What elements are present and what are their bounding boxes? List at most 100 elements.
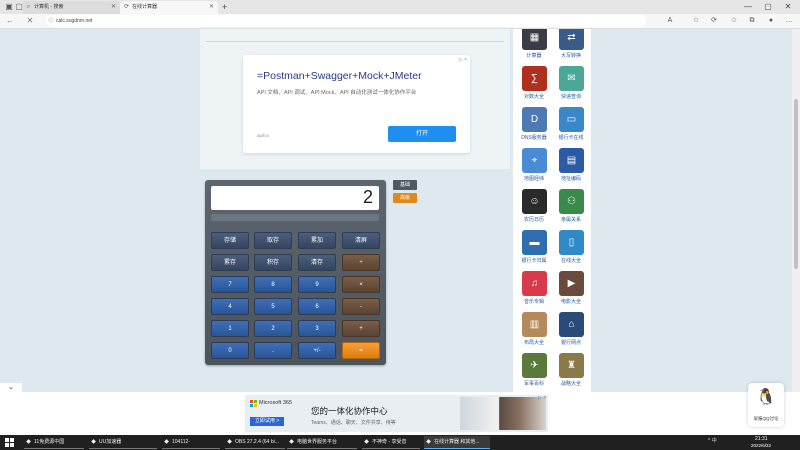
- app-label[interactable]: 电影大全: [552, 298, 590, 305]
- app-label[interactable]: 大写转换: [552, 52, 590, 59]
- subtract-button[interactable]: -: [342, 298, 380, 315]
- memory-store-button[interactable]: 存储: [211, 232, 249, 249]
- app-label[interactable]: 银行卡在线: [552, 134, 590, 141]
- app-tile[interactable]: ▦ 计算器: [515, 29, 553, 65]
- app-tile[interactable]: ▭ 银行卡在线: [552, 107, 590, 147]
- key-2[interactable]: 2: [254, 320, 292, 337]
- key-9[interactable]: 9: [298, 276, 336, 293]
- window-menu-icon[interactable]: ▣: [4, 2, 14, 12]
- ad-choice-icon[interactable]: ▷ ×: [538, 395, 546, 401]
- key-5[interactable]: 5: [254, 298, 292, 315]
- app-tile[interactable]: ⌖ 地图经纬: [515, 148, 553, 188]
- app-tile[interactable]: ▯ 在线大全: [552, 230, 590, 270]
- qq-widget[interactable]: 🐧 早报QQ讨论: [748, 383, 784, 427]
- memory-product-button[interactable]: 积存: [254, 254, 292, 271]
- app-tile[interactable]: ▶ 电影大全: [552, 271, 590, 311]
- app-label[interactable]: 快递查询: [552, 93, 590, 100]
- app-tile[interactable]: ☺ 农历日历: [515, 189, 553, 229]
- chevron-down-icon[interactable]: ⌄: [0, 383, 22, 392]
- vertical-scrollbar[interactable]: [792, 29, 800, 392]
- microsoft-365-ad[interactable]: Microsoft 365 立即试用 > 您的一体化协作中心 Teams、通话、…: [245, 395, 548, 432]
- key-0[interactable]: 0: [211, 342, 249, 359]
- app-tile[interactable]: ⌂ 银行网点: [552, 312, 590, 352]
- scrollbar-thumb[interactable]: [794, 99, 798, 269]
- new-tab-button[interactable]: +: [222, 2, 227, 12]
- app-label[interactable]: 音乐专辑: [515, 298, 553, 305]
- memory-add-button[interactable]: 累加: [298, 232, 336, 249]
- app-label[interactable]: 银行卡归属: [515, 257, 553, 264]
- app-tile[interactable]: ∑ 对数大全: [515, 66, 553, 106]
- app-tile[interactable]: ⇄ 大写转换: [552, 29, 590, 65]
- tab-search[interactable]: ⌕ 计算机 - 搜索 ✕: [22, 1, 120, 14]
- taskbar-item[interactable]: ◆ 电脑世界服务平台: [287, 436, 357, 449]
- app-label[interactable]: 亲属关系: [552, 216, 590, 223]
- system-tray[interactable]: ^ 中: [708, 437, 717, 444]
- clock-time[interactable]: 21:31: [755, 436, 768, 442]
- taskbar-item[interactable]: ◆ 在线计算器 和其他...: [424, 436, 490, 449]
- ad-choice-icon[interactable]: ▷ ×: [459, 57, 467, 63]
- back-icon[interactable]: ←: [4, 15, 16, 27]
- clock-date[interactable]: 2022/6/22: [751, 443, 771, 448]
- decimal-button[interactable]: .: [254, 342, 292, 359]
- info-icon[interactable]: ⓘ: [46, 15, 56, 27]
- app-label[interactable]: 银行网点: [552, 339, 590, 346]
- app-label[interactable]: 战略大全: [552, 380, 590, 387]
- key-8[interactable]: 8: [254, 276, 292, 293]
- key-7[interactable]: 7: [211, 276, 249, 293]
- key-6[interactable]: 6: [298, 298, 336, 315]
- key-3[interactable]: 3: [298, 320, 336, 337]
- app-tile[interactable]: ⚇ 亲属关系: [552, 189, 590, 229]
- app-label[interactable]: 布局大全: [515, 339, 553, 346]
- clear-button[interactable]: 清屏: [342, 232, 380, 249]
- read-aloud-icon[interactable]: A: [664, 15, 676, 27]
- add-button[interactable]: +: [342, 320, 380, 337]
- taskbar-item[interactable]: ◆ UU加速器: [89, 436, 157, 449]
- taskbar-item[interactable]: ◆ 104112-: [162, 436, 220, 449]
- key-1[interactable]: 1: [211, 320, 249, 337]
- try-now-button[interactable]: 立即试用 >: [250, 417, 284, 426]
- negate-button[interactable]: +/-: [298, 342, 336, 359]
- ad-title[interactable]: =Postman+Swagger+Mock+JMeter: [257, 70, 422, 82]
- memory-recall-button[interactable]: 取存: [254, 232, 292, 249]
- multiply-button[interactable]: ×: [342, 276, 380, 293]
- refresh-icon[interactable]: ⟳: [708, 15, 720, 27]
- key-4[interactable]: 4: [211, 298, 249, 315]
- close-window-button[interactable]: ✕: [778, 0, 798, 14]
- app-label[interactable]: 地址编码: [552, 175, 590, 182]
- favorite-icon[interactable]: ☆: [690, 15, 702, 27]
- maximize-button[interactable]: ▢: [758, 0, 778, 14]
- windows-start-icon[interactable]: [5, 438, 14, 447]
- app-label[interactable]: 计算器: [515, 52, 553, 59]
- ad-open-button[interactable]: 打开: [388, 126, 456, 142]
- url-input[interactable]: ⓘ calc.sugdnm.net: [46, 15, 646, 27]
- app-tile[interactable]: ♫ 音乐专辑: [515, 271, 553, 311]
- basic-mode-button[interactable]: 基础: [393, 180, 417, 190]
- close-tab-icon[interactable]: ✕: [209, 1, 214, 14]
- memory-clear-button[interactable]: 清存: [298, 254, 336, 271]
- app-label[interactable]: DNS服务器: [515, 134, 553, 141]
- memory-sum-button[interactable]: 累存: [211, 254, 249, 271]
- minimize-button[interactable]: —: [738, 0, 758, 14]
- equals-button[interactable]: =: [342, 342, 380, 359]
- advanced-mode-button[interactable]: 高级: [393, 193, 417, 203]
- app-tile[interactable]: ▬ 银行卡归属: [515, 230, 553, 270]
- app-label[interactable]: 地图经纬: [515, 175, 553, 182]
- favorites-bar-icon[interactable]: ☆: [728, 15, 740, 27]
- taskbar-item[interactable]: ◆ OBS 27.2.4 (64 bi...: [225, 436, 285, 449]
- app-label[interactable]: 在线大全: [552, 257, 590, 264]
- taskbar-item[interactable]: ◆ 不神奇 - 享受音: [362, 436, 420, 449]
- app-tile[interactable]: ✉ 快递查询: [552, 66, 590, 106]
- app-tile[interactable]: ▤ 地址编码: [552, 148, 590, 188]
- app-tile[interactable]: D DNS服务器: [515, 107, 553, 147]
- profile-icon[interactable]: ●: [765, 15, 777, 27]
- collections-icon[interactable]: ⧉: [746, 15, 758, 27]
- app-tile[interactable]: ✈ 军事百科: [515, 353, 553, 392]
- ad-card[interactable]: ▷ × =Postman+Swagger+Mock+JMeter API 文档、…: [243, 55, 470, 153]
- divide-button[interactable]: ÷: [342, 254, 380, 271]
- stop-icon[interactable]: ✕: [24, 15, 36, 27]
- close-tab-icon[interactable]: ✕: [111, 1, 116, 14]
- tab-calculator[interactable]: ⟳ 在线计算器 ✕: [120, 1, 218, 14]
- app-tile[interactable]: ♜ 战略大全: [552, 353, 590, 392]
- app-label[interactable]: 对数大全: [515, 93, 553, 100]
- more-icon[interactable]: …: [783, 15, 795, 27]
